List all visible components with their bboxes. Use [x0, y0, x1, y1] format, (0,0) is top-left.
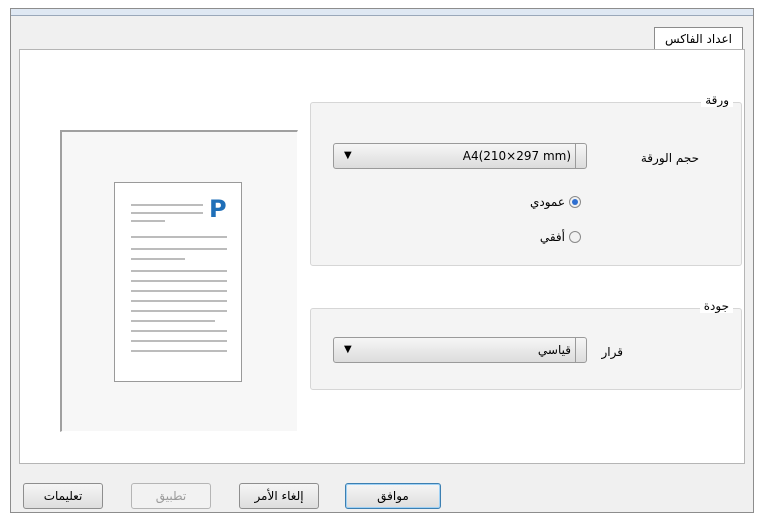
preview-letter-p: P [209, 195, 227, 223]
chevron-down-icon: ▼ [344, 150, 352, 161]
ok-button[interactable]: موافق [345, 483, 441, 509]
paper-group: ورقة حجم الورقة A4(210×297 mm) ▼ عمودي أ… [310, 93, 742, 266]
paper-size-dropdown[interactable]: A4(210×297 mm) ▼ [333, 143, 587, 169]
landscape-label: أفقي [539, 230, 565, 244]
resolution-label: قرار [601, 345, 624, 359]
fax-settings-dialog: اعداد الفاكس P ورقة حجم الورقة A4(210×29… [10, 8, 754, 513]
title-bar [11, 9, 753, 16]
help-button[interactable]: تعليمات [23, 483, 103, 509]
quality-group-title: جودة [699, 299, 733, 313]
cancel-button[interactable]: إلغاء الأمر [239, 483, 319, 509]
resolution-dropdown[interactable]: قياسي ▼ [333, 337, 587, 363]
paper-preview-page: P [114, 182, 242, 382]
radio-portrait[interactable] [569, 196, 581, 208]
orientation-landscape-option[interactable]: أفقي [540, 228, 581, 246]
paper-preview: P [60, 130, 298, 432]
radio-landscape[interactable] [569, 231, 581, 243]
portrait-label: عمودي [529, 195, 565, 209]
tab-panel: P ورقة حجم الورقة A4(210×297 mm) ▼ عمودي… [19, 49, 745, 464]
chevron-down-icon: ▼ [344, 344, 352, 355]
tab-fax-settings[interactable]: اعداد الفاكس [653, 27, 743, 50]
apply-button[interactable]: تطبيق [131, 483, 211, 509]
paper-group-title: ورقة [701, 93, 733, 107]
resolution-value: قياسي [538, 338, 576, 362]
paper-size-value: A4(210×297 mm) [463, 144, 576, 168]
orientation-portrait-option[interactable]: عمودي [530, 193, 581, 211]
quality-group: جودة قرار قياسي ▼ [310, 299, 742, 390]
paper-size-label: حجم الورقة [640, 151, 699, 165]
